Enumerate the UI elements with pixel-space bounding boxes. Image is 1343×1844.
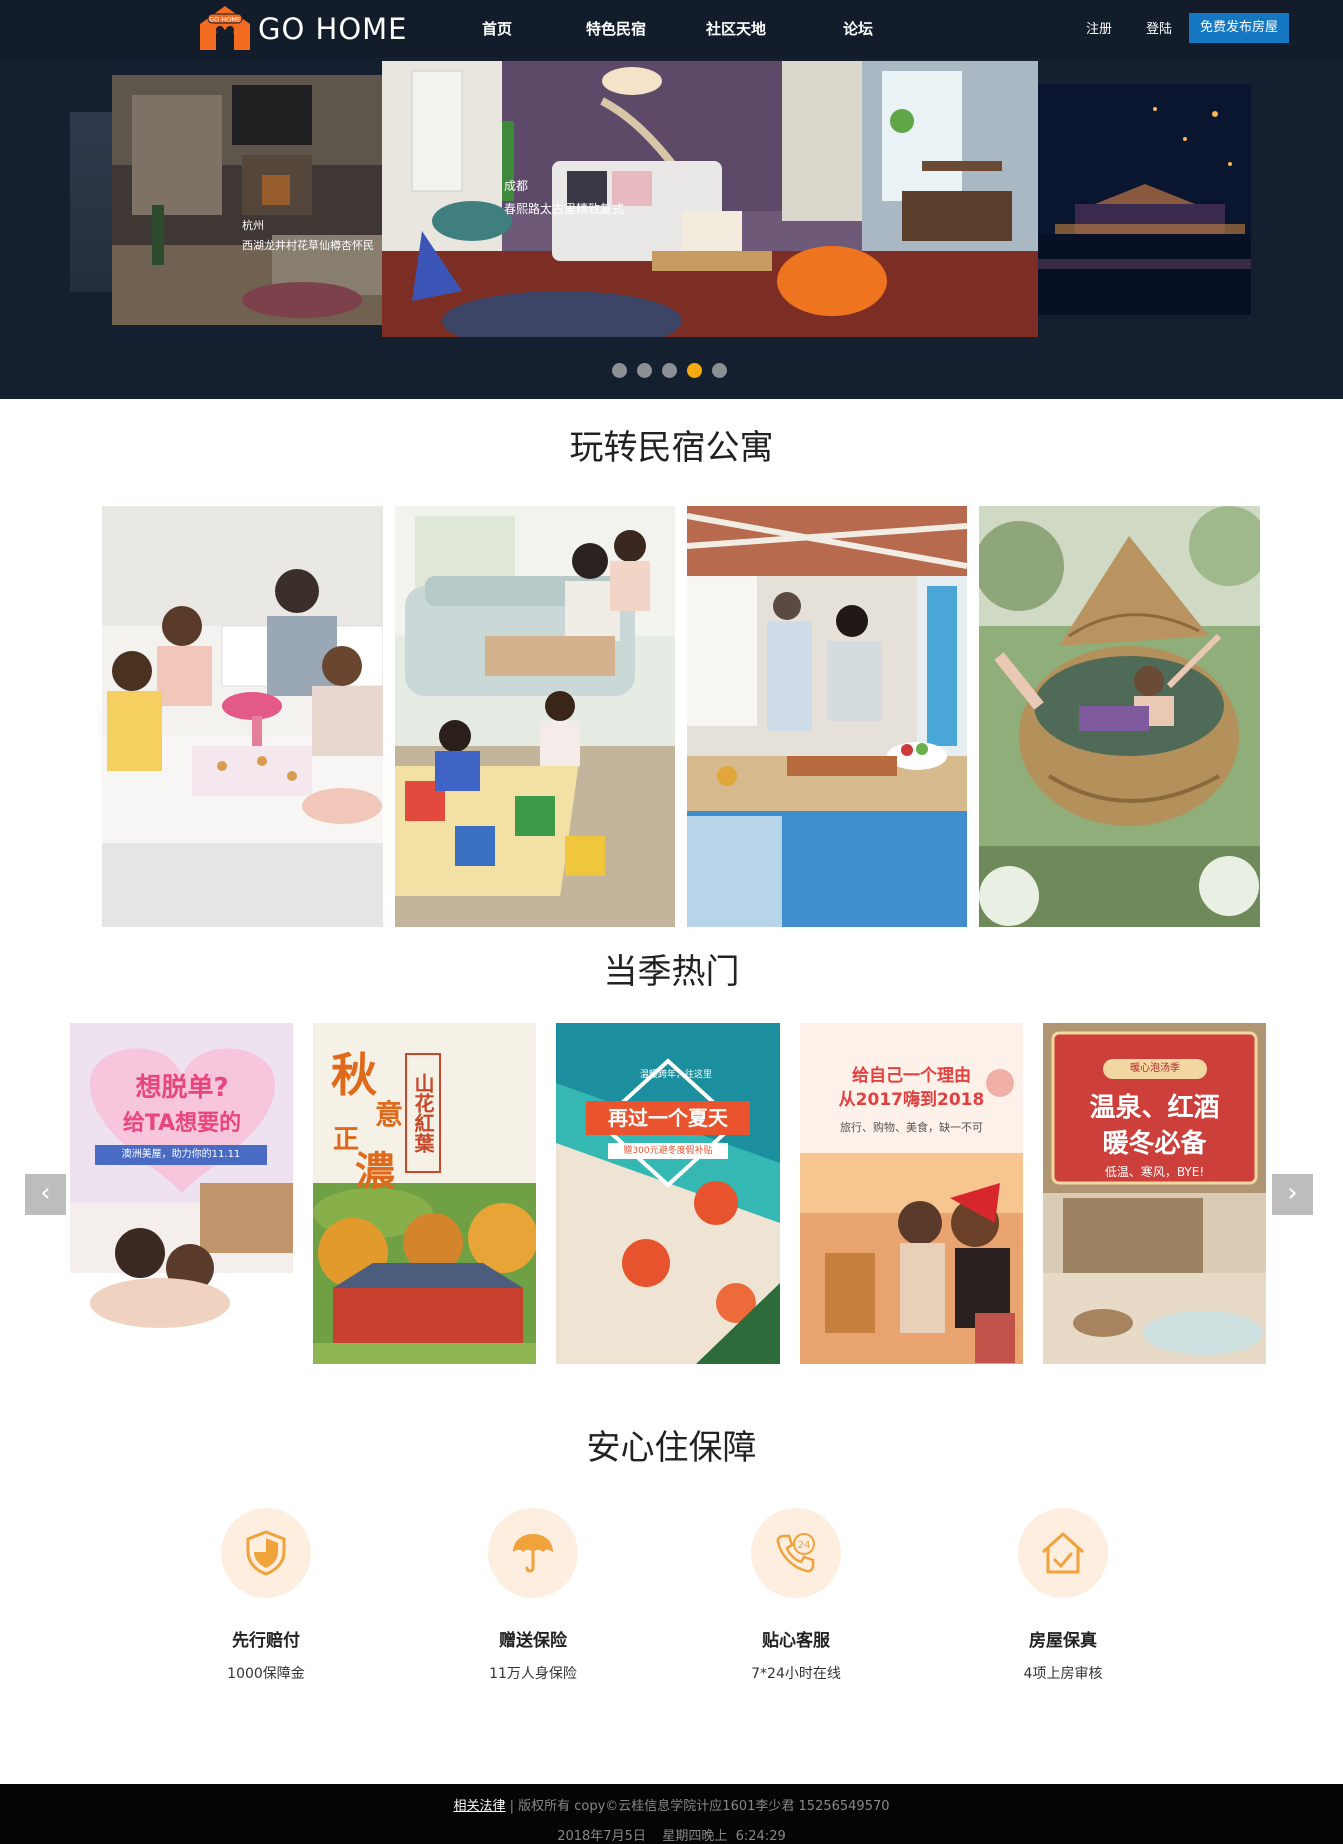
promo4-line1: 给自己一个理由 [852, 1066, 971, 1086]
umbrella-icon [513, 1534, 553, 1573]
phone-24-icon: 24 [776, 1533, 815, 1573]
footer-copyright-line: 相关法律 | 版权所有 copy©云桂信息学院计应1601李少君 1525654… [0, 1784, 1343, 1814]
photo-tile-kitchen-cooking[interactable] [687, 506, 967, 927]
feature-subtitle: 7*24小时在线 [751, 1666, 841, 1682]
nav-forum[interactable]: 论坛 [843, 18, 873, 39]
carousel-dots [612, 363, 727, 378]
hero-slide-left[interactable]: 杭州 西湖龙井村花草仙樽杏怀民 [112, 75, 397, 325]
photo-tile-family-board-game[interactable] [395, 506, 675, 927]
logo-badge-text: GO HOME [209, 16, 241, 24]
register-link[interactable]: 注册 [1086, 18, 1112, 37]
house-check-icon [1041, 1532, 1085, 1574]
promo-card-singles[interactable]: 想脱单? 给TA想要的 澳洲美屋，助力你的11.11 [70, 1023, 293, 1364]
promo5-line2: 暖冬必备 [1102, 1129, 1207, 1159]
carousel-dot-2[interactable] [637, 363, 652, 378]
promo1-subheadline: 给TA想要的 [122, 1111, 242, 1136]
section-title-apartments: 玩转民宿公寓 [569, 428, 774, 468]
carousel-dot-4-active[interactable] [687, 363, 702, 378]
promo4-line3: 旅行、购物、美食，缺一不可 [840, 1121, 983, 1134]
nav-home[interactable]: 首页 [482, 18, 512, 39]
promo2-side-text: 山花紅葉 [405, 1053, 441, 1173]
feature-customer-service: 24 贴心客服 7*24小时在线 [696, 1508, 896, 1683]
promo5-line1: 温泉、红酒 [1089, 1093, 1220, 1123]
promo-card-autumn[interactable]: 秋 意 正 濃 山花紅葉 [313, 1023, 536, 1364]
feature-subtitle: 1000保障金 [227, 1666, 305, 1682]
promo-prev-arrow[interactable]: ‹ [25, 1174, 66, 1215]
photo-tile-woven-nest-swing[interactable] [979, 506, 1260, 927]
feature-circle [221, 1508, 311, 1598]
login-link[interactable]: 登陆 [1146, 18, 1172, 37]
hero-slide-main[interactable]: 成都 春熙路太古里精致复式 [382, 61, 1038, 337]
hero-main-caption: 成都 春熙路太古里精致复式 [504, 179, 625, 216]
nav-featured-homestays[interactable]: 特色民宿 [586, 18, 646, 39]
nav-community[interactable]: 社区天地 [706, 18, 766, 39]
feature-free-insurance: 赠送保险 11万人身保险 [433, 1508, 633, 1683]
feature-title: 先行赔付 [232, 1631, 300, 1651]
promo2-char-1: 秋 [331, 1048, 377, 1102]
promo-next-arrow[interactable]: › [1272, 1174, 1313, 1215]
feature-circle [488, 1508, 578, 1598]
site-logo[interactable]: GO HOME GO HOME [196, 4, 426, 54]
logo-text: GO HOME [258, 12, 408, 46]
promo-card-new-year[interactable]: 给自己一个理由 从2017嗨到2018 旅行、购物、美食，缺一不可 [800, 1023, 1023, 1364]
shield-icon [246, 1530, 286, 1576]
feature-title: 贴心客服 [762, 1631, 830, 1651]
feature-subtitle: 4项上房审核 [1023, 1666, 1103, 1682]
photo-tile-friends-tea[interactable] [102, 506, 383, 927]
hero-slide-right[interactable] [1035, 84, 1251, 315]
hero-left-caption: 杭州 西湖龙井村花草仙樽杏怀民 [242, 219, 374, 252]
feature-circle: 24 [751, 1508, 841, 1598]
promo1-tagline: 澳洲美屋，助力你的11.11 [95, 1145, 267, 1165]
feature-circle [1018, 1508, 1108, 1598]
promo5-tag: 暖心泡汤季 [1103, 1059, 1207, 1079]
promo3-tag: 温暖跨年，往这里 [639, 1070, 712, 1080]
promo3-subline: 赠300元避冬度假补贴 [608, 1143, 728, 1159]
section-title-guarantee: 安心住保障 [586, 1428, 757, 1468]
footer-copyright: | 版权所有 copy©云桂信息学院计应1601李少君 15256549570 [505, 1799, 890, 1814]
logo-house-icon: GO HOME [196, 4, 254, 54]
legal-link[interactable]: 相关法律 [453, 1799, 505, 1814]
hero-carousel: 杭州 西湖龙井村花草仙樽杏怀民 成都 春熙路太古里精致复式 [0, 58, 1343, 399]
site-footer: 相关法律 | 版权所有 copy©云桂信息学院计应1601李少君 1525654… [0, 1784, 1343, 1844]
promo2-char-2: 意 [375, 1098, 404, 1131]
carousel-dot-1[interactable] [612, 363, 627, 378]
feature-subtitle: 11万人身保险 [489, 1666, 577, 1682]
carousel-dot-3[interactable] [662, 363, 677, 378]
promo-card-summer[interactable]: 温暖跨年，往这里 再过一个夏天 赠300元避冬度假补贴 [556, 1023, 780, 1364]
carousel-dot-5[interactable] [712, 363, 727, 378]
footer-datetime: 2018年7月5日 星期四晚上 6:24:29 [557, 1829, 786, 1844]
promo3-headline: 再过一个夏天 [586, 1101, 750, 1135]
top-navbar: GO HOME GO HOME 首页 特色民宿 社区天地 论坛 注册 登陆 免费… [0, 0, 1343, 58]
feature-title: 房屋保真 [1029, 1631, 1097, 1651]
feature-title: 赠送保险 [499, 1631, 567, 1651]
promo2-char-4: 濃 [355, 1148, 395, 1195]
feature-house-verification: 房屋保真 4项上房审核 [963, 1508, 1163, 1683]
svg-text:24: 24 [798, 1540, 811, 1551]
promo-card-hot-spring[interactable]: 暖心泡汤季 温泉、红酒 暖冬必备 低温、寒风，BYE! [1043, 1023, 1266, 1364]
promo5-line3: 低温、寒风，BYE! [1104, 1165, 1205, 1179]
section-title-seasonal-hot: 当季热门 [603, 952, 740, 992]
promo1-headline: 想脱单? [135, 1073, 229, 1103]
feature-advance-compensation: 先行赔付 1000保障金 [166, 1508, 366, 1683]
publish-house-button[interactable]: 免费发布房屋 [1189, 13, 1289, 43]
promo4-line2: 从2017嗨到2018 [838, 1090, 985, 1110]
